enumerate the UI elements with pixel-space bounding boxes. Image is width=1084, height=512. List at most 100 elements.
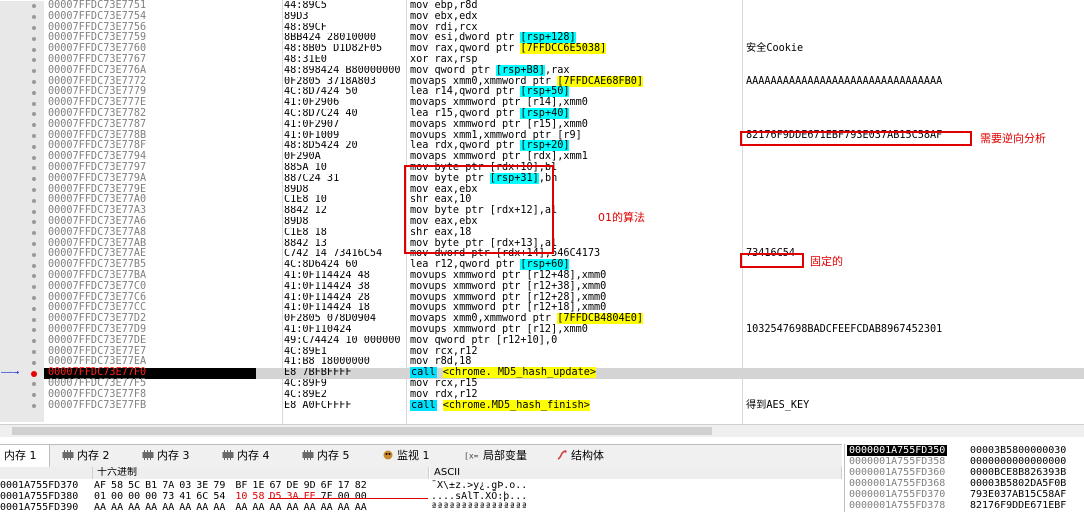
dump-byte[interactable]: 00 bbox=[128, 491, 140, 502]
gutter[interactable] bbox=[0, 260, 44, 271]
gutter[interactable] bbox=[0, 163, 44, 174]
dump-byte[interactable]: 79 bbox=[213, 480, 225, 491]
disasm-row[interactable]: 00007FFDC73E77A6 89D8 mov eax,ebx bbox=[0, 216, 1084, 228]
dump-byte[interactable]: AA bbox=[287, 502, 299, 512]
gutter[interactable] bbox=[0, 44, 44, 55]
disasm-row[interactable]: 00007FFDC73E779A 887C24 31 mov byte ptr [r… bbox=[0, 172, 1084, 185]
disasm-row[interactable]: 00007FFDC73E7760 48:8B05 D1D82F05 mov rax,… bbox=[0, 43, 1084, 55]
dump-byte[interactable]: AA bbox=[94, 502, 106, 512]
gutter[interactable] bbox=[0, 335, 44, 347]
dump-byte[interactable]: AA bbox=[162, 502, 174, 512]
dump-byte[interactable]: 73 bbox=[162, 491, 174, 502]
dump-byte[interactable]: AA bbox=[111, 502, 123, 512]
dump-row[interactable]: 0001A755FD370 AF 58 5C B1 7A 03 3E 79 BF 1E 67 DE 9D 6… bbox=[0, 480, 842, 491]
disasm-row[interactable]: 00007FFDC73E77FB E8 A0FCFFFF call <chrome.… bbox=[0, 399, 1084, 412]
stack-row[interactable]: 0000001A755FD350 00003B5800000030 bbox=[845, 445, 1084, 456]
gutter[interactable] bbox=[0, 55, 44, 66]
dump-byte[interactable]: 58 bbox=[111, 480, 123, 491]
stack-row[interactable]: 0000001A755FD368 00003B5802DA5F0B bbox=[845, 478, 1084, 489]
disasm-row[interactable]: 00007FFDC73E7754 89D3 mov ebx,edx bbox=[0, 11, 1084, 23]
dump-byte[interactable]: 5C bbox=[128, 480, 140, 491]
dump-byte[interactable]: AA bbox=[252, 502, 264, 512]
stack-row[interactable]: 0000001A755FD370 793E037AB15C58AF bbox=[845, 489, 1084, 500]
tab-8[interactable]: 结构体 bbox=[552, 445, 622, 467]
disasm-row[interactable]: 00007FFDC73E77DE 49:C74424 10 000000 mov q… bbox=[0, 335, 1084, 347]
disassembly-view[interactable]: 00007FFDC73E7751 44:89C5 mov ebp,r8d 00007F… bbox=[0, 0, 1084, 424]
gutter[interactable] bbox=[0, 152, 44, 163]
dump-byte[interactable]: 00 bbox=[111, 491, 123, 502]
tab-7[interactable]: [x=]局部变量 bbox=[460, 445, 544, 467]
gutter[interactable] bbox=[0, 141, 44, 153]
gutter[interactable] bbox=[0, 22, 44, 34]
dump-byte[interactable]: AA bbox=[355, 502, 367, 512]
gutter[interactable] bbox=[0, 249, 44, 261]
gutter[interactable] bbox=[0, 98, 44, 109]
dump-byte[interactable]: 17 bbox=[338, 480, 350, 491]
tab-6[interactable]: 监视 1 bbox=[378, 445, 452, 467]
gutter[interactable] bbox=[0, 109, 44, 120]
dump-byte[interactable]: BF bbox=[235, 480, 247, 491]
gutter[interactable] bbox=[0, 400, 44, 412]
gutter[interactable] bbox=[0, 271, 44, 282]
dump-byte[interactable]: 9D bbox=[304, 480, 316, 491]
dump-byte[interactable]: B1 bbox=[145, 480, 157, 491]
dump-byte[interactable]: 6F bbox=[321, 480, 333, 491]
gutter[interactable] bbox=[0, 379, 44, 390]
gutter[interactable] bbox=[0, 119, 44, 131]
gutter[interactable]: ——→ bbox=[0, 367, 44, 379]
dump-byte[interactable]: AA bbox=[321, 502, 333, 512]
stack-row[interactable]: 0000001A755FD358 0000000000000000 bbox=[845, 456, 1084, 467]
disasm-row[interactable]: 00007FFDC73E77A3 8842 12 mov byte ptr [rdx… bbox=[0, 205, 1084, 217]
dump-byte[interactable]: 00 bbox=[145, 491, 157, 502]
gutter[interactable] bbox=[0, 292, 44, 304]
gutter[interactable] bbox=[0, 11, 44, 23]
gutter[interactable] bbox=[0, 325, 44, 336]
dump-byte[interactable]: AA bbox=[304, 502, 316, 512]
gutter[interactable] bbox=[0, 281, 44, 293]
dump-byte[interactable]: AF bbox=[94, 480, 106, 491]
gutter[interactable] bbox=[0, 346, 44, 358]
gutter[interactable] bbox=[0, 206, 44, 217]
gutter[interactable] bbox=[0, 65, 44, 77]
dump-byte[interactable]: AA bbox=[269, 502, 281, 512]
gutter[interactable] bbox=[0, 87, 44, 99]
disasm-row[interactable]: 00007FFDC73E77F8 4C:89E2 mov rdx,r12 bbox=[0, 389, 1084, 401]
disasm-row[interactable]: 00007FFDC73E7751 44:89C5 mov ebp,r8d bbox=[0, 0, 1084, 12]
dump-byte[interactable]: AA bbox=[338, 502, 350, 512]
dump-byte[interactable]: 00 bbox=[355, 491, 367, 502]
dump-byte[interactable]: FE bbox=[304, 491, 316, 502]
gutter[interactable] bbox=[0, 389, 44, 401]
dump-byte[interactable]: 7A bbox=[162, 480, 174, 491]
dump-byte[interactable]: 6C bbox=[196, 491, 208, 502]
dump-byte[interactable]: 82 bbox=[355, 480, 367, 491]
gutter[interactable] bbox=[0, 173, 44, 185]
tab-4[interactable]: 内存 4 bbox=[218, 445, 290, 467]
gutter[interactable] bbox=[0, 130, 44, 142]
dump-byte[interactable]: 10 bbox=[235, 491, 247, 502]
dump-byte[interactable]: 58 bbox=[252, 491, 264, 502]
gutter[interactable] bbox=[0, 314, 44, 325]
tab-2[interactable]: 内存 2 bbox=[58, 445, 130, 467]
dump-byte[interactable]: AA bbox=[235, 502, 247, 512]
dump-byte[interactable]: 3A bbox=[287, 491, 299, 502]
stack-row[interactable]: 0000001A755FD360 0000BCE8B826393B bbox=[845, 467, 1084, 478]
breakpoint-icon[interactable] bbox=[31, 370, 37, 377]
dump-byte[interactable]: 3E bbox=[196, 480, 208, 491]
dump-row[interactable]: 0001A755FD390 AA AA AA AA AA AA AA AA AA AA AA AA AA A… bbox=[0, 502, 842, 512]
dump-byte[interactable]: AA bbox=[145, 502, 157, 512]
dump-byte[interactable]: AA bbox=[179, 502, 191, 512]
dump-byte[interactable]: 01 bbox=[94, 491, 106, 502]
disasm-row[interactable]: 00007FFDC73E779E 89D8 mov eax,ebx bbox=[0, 184, 1084, 196]
disasm-row[interactable]: 00007FFDC73E77F5 4C:89F9 mov rcx,r15 bbox=[0, 378, 1084, 390]
gutter[interactable] bbox=[0, 411, 44, 423]
disasm-row[interactable]: 00007FFDC73E77E7 4C:89E1 mov rcx,r12 bbox=[0, 346, 1084, 358]
dump-byte[interactable]: 54 bbox=[213, 491, 225, 502]
dump-byte[interactable]: 41 bbox=[179, 491, 191, 502]
dump-byte[interactable]: DE bbox=[287, 480, 299, 491]
scrollbar-thumb[interactable] bbox=[12, 427, 712, 435]
tab-3[interactable]: 内存 3 bbox=[138, 445, 210, 467]
dump-byte[interactable]: 1E bbox=[252, 480, 264, 491]
current-instruction-row[interactable]: ——→ 00007FFDC73E77F0 E8 7BFBFFFF call <chro… bbox=[0, 367, 1084, 379]
memory-dump-view[interactable]: 十六进制 ASCII 0001A755FD370 AF 58 5C B1 7A 03 3E 79… bbox=[0, 467, 842, 512]
stack-view[interactable]: 0000001A755FD350 00003B5800000030 0000001A… bbox=[844, 444, 1084, 512]
